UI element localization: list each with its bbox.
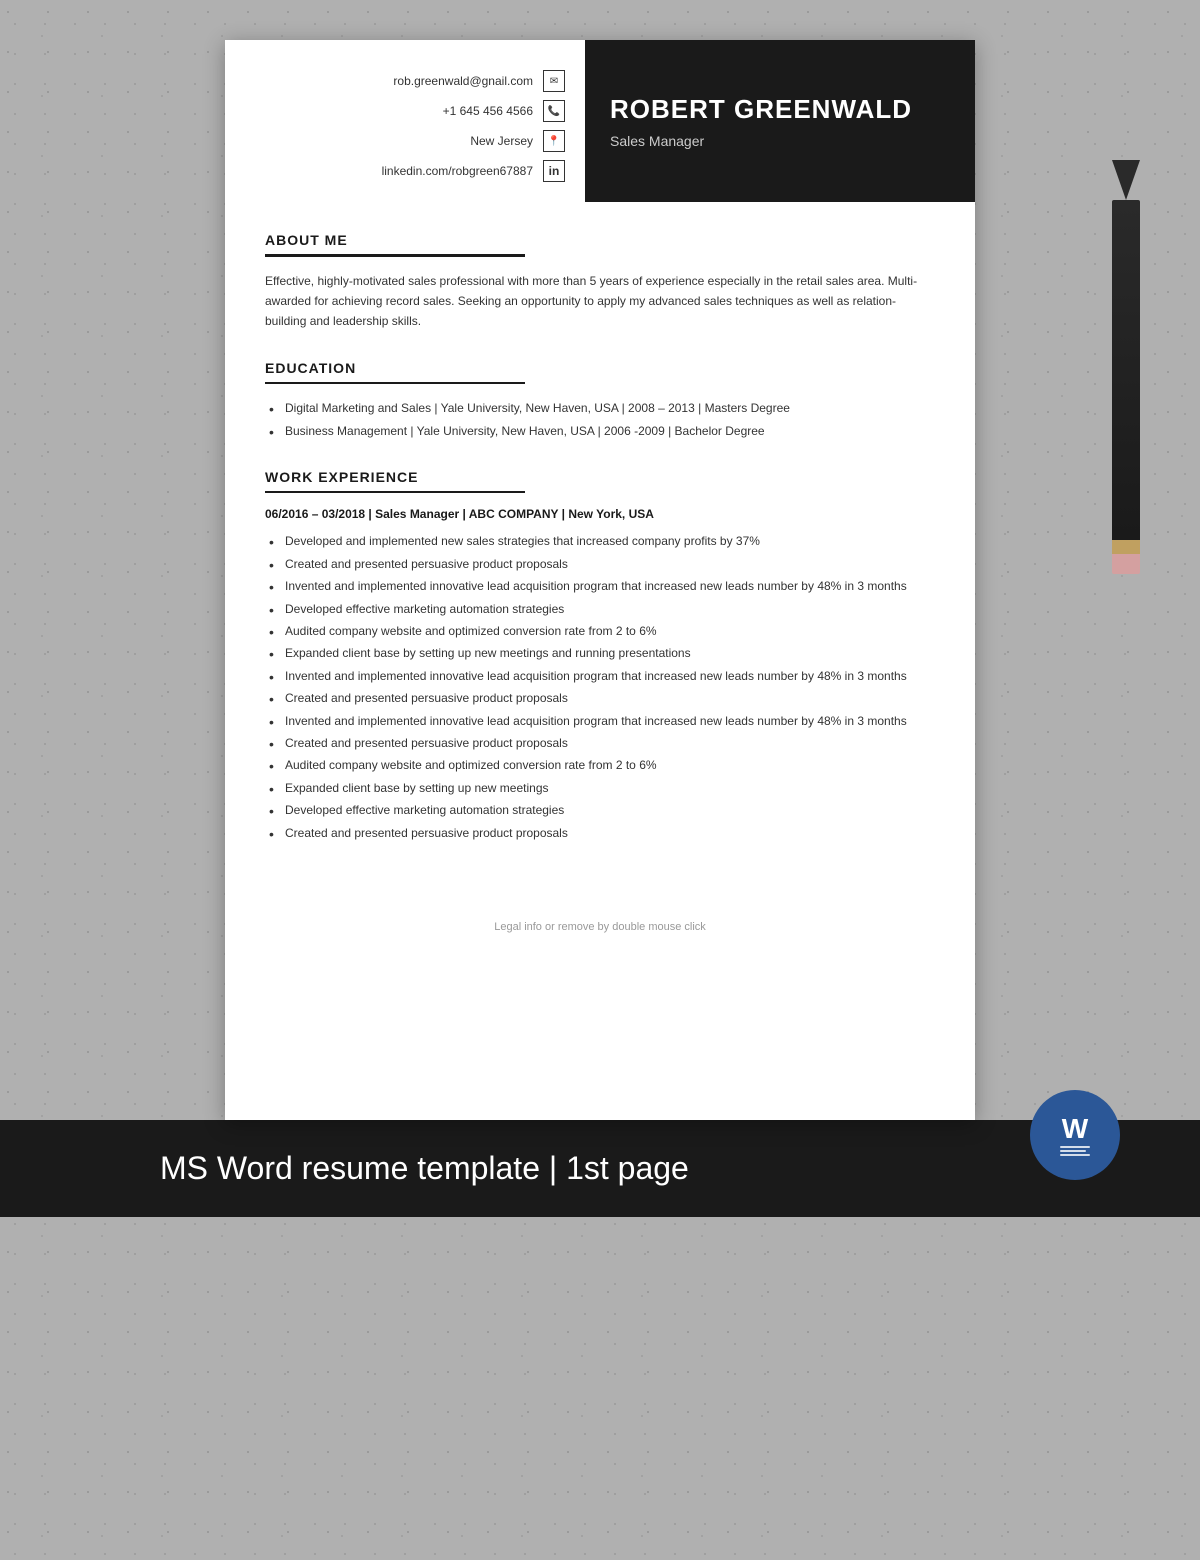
job-bullet-item: Developed and implemented new sales stra… (265, 531, 935, 551)
word-badge-line-3 (1060, 1154, 1090, 1156)
linkedin-text: linkedin.com/robgreen67887 (382, 164, 533, 178)
word-badge-lines (1060, 1146, 1090, 1156)
work-section: WORK EXPERIENCE 06/2016 – 03/2018 | Sale… (265, 469, 935, 843)
word-badge-letter: W (1062, 1115, 1088, 1143)
job-bullet-item: Expanded client base by setting up new m… (265, 643, 935, 663)
email-contact-item: rob.greenwald@gnail.com ✉ (255, 70, 565, 92)
page-wrapper: rob.greenwald@gnail.com ✉ +1 645 456 456… (0, 40, 1200, 1217)
job-bullet-item: Expanded client base by setting up new m… (265, 778, 935, 798)
bottom-bar-label: MS Word resume template | 1st page (160, 1150, 689, 1186)
education-divider (265, 382, 525, 385)
job-bullet-item: Developed effective marketing automation… (265, 599, 935, 619)
phone-icon: 📞 (543, 100, 565, 122)
job-header: 06/2016 – 03/2018 | Sales Manager | ABC … (265, 507, 935, 521)
word-badge-line-1 (1060, 1146, 1090, 1148)
email-text: rob.greenwald@gnail.com (393, 74, 533, 88)
legal-text: Legal info or remove by double mouse cli… (494, 921, 706, 933)
bottom-bar: MS Word resume template | 1st page W (0, 1120, 1200, 1217)
job-bullet-item: Audited company website and optimized co… (265, 755, 935, 775)
resume-content: ABOUT ME Effective, highly-motivated sal… (225, 202, 975, 901)
job-bullet-item: Developed effective marketing automation… (265, 800, 935, 820)
job-bullets-list: Developed and implemented new sales stra… (265, 531, 935, 842)
education-list-item: Business Management | Yale University, N… (265, 421, 935, 441)
education-section: EDUCATION Digital Marketing and Sales | … (265, 360, 935, 441)
resume-footer: Legal info or remove by double mouse cli… (225, 901, 975, 953)
word-badge: W (1030, 1090, 1120, 1180)
education-title: EDUCATION (265, 360, 935, 376)
resume-paper: rob.greenwald@gnail.com ✉ +1 645 456 456… (225, 40, 975, 1120)
location-contact-item: New Jersey 📍 (255, 130, 565, 152)
about-divider (265, 254, 525, 257)
location-icon: 📍 (543, 130, 565, 152)
work-divider (265, 491, 525, 494)
linkedin-icon: in (543, 160, 565, 182)
paper-wrapper: rob.greenwald@gnail.com ✉ +1 645 456 456… (225, 40, 975, 1120)
job-bullet-item: Audited company website and optimized co… (265, 621, 935, 641)
phone-contact-item: +1 645 456 4566 📞 (255, 100, 565, 122)
candidate-title: Sales Manager (610, 133, 950, 149)
resume-header: rob.greenwald@gnail.com ✉ +1 645 456 456… (225, 40, 975, 202)
education-list: Digital Marketing and Sales | Yale Unive… (265, 398, 935, 441)
job-bullet-item: Invented and implemented innovative lead… (265, 711, 935, 731)
candidate-name: ROBERT GREENWALD (610, 94, 950, 125)
about-title: ABOUT ME (265, 232, 935, 248)
about-text: Effective, highly-motivated sales profes… (265, 271, 935, 332)
job-bullet-item: Created and presented persuasive product… (265, 733, 935, 753)
word-badge-line-2 (1060, 1150, 1086, 1152)
pencil-tip (1112, 160, 1140, 200)
job-bullet-item: Created and presented persuasive product… (265, 688, 935, 708)
name-section: ROBERT GREENWALD Sales Manager (585, 40, 975, 202)
job-bullet-item: Created and presented persuasive product… (265, 554, 935, 574)
location-text: New Jersey (470, 134, 533, 148)
job-bullet-item: Created and presented persuasive product… (265, 823, 935, 843)
phone-text: +1 645 456 4566 (443, 104, 533, 118)
pencil-eraser (1112, 554, 1140, 574)
work-experience-container: 06/2016 – 03/2018 | Sales Manager | ABC … (265, 507, 935, 842)
email-icon: ✉ (543, 70, 565, 92)
about-section: ABOUT ME Effective, highly-motivated sal… (265, 232, 935, 332)
job-bullet-item: Invented and implemented innovative lead… (265, 576, 935, 596)
job-bullet-item: Invented and implemented innovative lead… (265, 666, 935, 686)
linkedin-contact-item: linkedin.com/robgreen67887 in (255, 160, 565, 182)
work-title: WORK EXPERIENCE (265, 469, 935, 485)
pencil-decoration (1112, 160, 1140, 580)
pencil-band (1112, 540, 1140, 554)
pencil-body (1112, 200, 1140, 540)
contact-section: rob.greenwald@gnail.com ✉ +1 645 456 456… (225, 40, 585, 202)
education-list-item: Digital Marketing and Sales | Yale Unive… (265, 398, 935, 418)
